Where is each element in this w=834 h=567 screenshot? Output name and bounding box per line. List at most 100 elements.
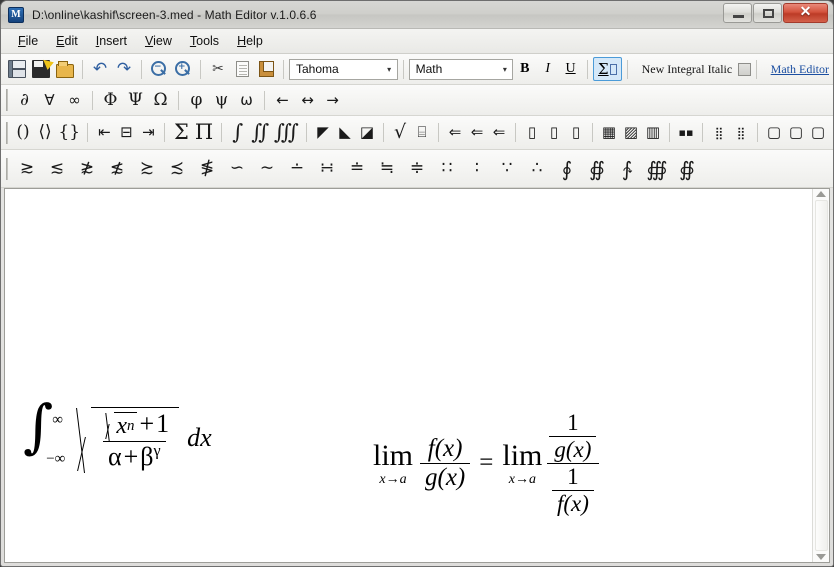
template-box-3-button[interactable]: ▯ bbox=[565, 120, 587, 146]
minimize-button[interactable] bbox=[723, 3, 752, 23]
template-labeled-arrow-3-button[interactable]: ⇐ bbox=[488, 120, 510, 146]
symbol-omega-lower-button[interactable]: ω bbox=[234, 88, 259, 112]
menu-tools[interactable]: Tools bbox=[181, 31, 228, 51]
template-matrix-2-button[interactable]: ▥ bbox=[642, 120, 664, 146]
formula-canvas[interactable]: ∫ ∞ −∞ x n +1 α+βγ dx lim x→a f(x) g(x) = lim x→a 1 g(x… bbox=[5, 189, 812, 562]
template-matrix-diag-button[interactable]: ▨ bbox=[620, 120, 642, 146]
italic-button[interactable]: I bbox=[536, 57, 559, 81]
toolbar-grip[interactable] bbox=[6, 121, 8, 144]
template-product-button[interactable]: Π bbox=[192, 120, 215, 146]
paste-button[interactable] bbox=[254, 57, 278, 81]
template-grid-column-button[interactable]: ⣿ bbox=[708, 120, 730, 146]
relation-button-3[interactable]: ≴ bbox=[102, 155, 132, 183]
insert-sigma-template-button[interactable]: Σ bbox=[593, 57, 622, 81]
template-accent-bar-button[interactable]: ⊟ bbox=[115, 120, 137, 146]
symbol-omega-upper-button[interactable]: Ω bbox=[148, 88, 173, 112]
symbol-psi-lower-button[interactable]: ψ bbox=[209, 88, 234, 112]
symbol-psi-upper-button[interactable]: Ψ bbox=[123, 88, 148, 112]
template-frame-3-button[interactable]: ▢ bbox=[807, 120, 829, 146]
bold-button[interactable]: B bbox=[513, 57, 536, 81]
relation-button-0[interactable]: ≳ bbox=[12, 155, 42, 183]
text-style-select[interactable]: Math ▾ bbox=[408, 58, 514, 80]
relation-button-2[interactable]: ≵ bbox=[72, 155, 102, 183]
template-accent-left-button[interactable]: ⇤ bbox=[93, 120, 115, 146]
open-button[interactable] bbox=[53, 57, 77, 81]
font-family-select[interactable]: Tahoma ▾ bbox=[289, 58, 398, 80]
symbol-right-arrow-button[interactable]: → bbox=[320, 88, 345, 112]
zoom-out-button[interactable]: − bbox=[147, 57, 171, 81]
relation-button-16[interactable]: ∵ bbox=[492, 155, 522, 183]
template-double-integral-button[interactable]: ∬ bbox=[249, 120, 272, 146]
scroll-up-arrow-icon[interactable] bbox=[816, 191, 826, 197]
template-subscript-button[interactable]: ◣ bbox=[334, 120, 356, 146]
menu-file[interactable]: FFileile bbox=[9, 31, 47, 51]
math-editor-link[interactable]: Math Editor bbox=[771, 62, 829, 77]
symbol-forall-button[interactable]: ∀ bbox=[37, 88, 62, 112]
template-frame-1-button[interactable]: ▢ bbox=[763, 120, 785, 146]
relation-button-18[interactable]: ∮ bbox=[552, 155, 582, 183]
save-as-button[interactable] bbox=[29, 57, 53, 81]
relation-button-14[interactable]: ∷ bbox=[432, 155, 462, 183]
relation-button-4[interactable]: ≿ bbox=[132, 155, 162, 183]
relation-button-12[interactable]: ≒ bbox=[372, 155, 402, 183]
template-parentheses-button[interactable]: () bbox=[12, 120, 34, 146]
relation-button-8[interactable]: ∼ bbox=[252, 155, 282, 183]
toolbar-grip[interactable] bbox=[6, 89, 8, 111]
symbol-infinity-button[interactable]: ∞ bbox=[62, 88, 87, 112]
menu-insert[interactable]: Insert bbox=[87, 31, 136, 51]
menu-view[interactable]: View bbox=[136, 31, 181, 51]
template-triple-integral-button[interactable]: ∭ bbox=[272, 120, 301, 146]
relation-button-1[interactable]: ≲ bbox=[42, 155, 72, 183]
vertical-scrollbar[interactable] bbox=[812, 189, 829, 562]
relation-button-22[interactable]: ∯ bbox=[672, 155, 702, 183]
relation-button-5[interactable]: ≾ bbox=[162, 155, 192, 183]
formula-integral-sqrt[interactable]: ∫ ∞ −∞ x n +1 α+βγ dx bbox=[23, 397, 212, 473]
template-subsup-button[interactable]: ◪ bbox=[356, 120, 378, 146]
symbol-partial-button[interactable]: ∂ bbox=[12, 88, 37, 112]
save-button[interactable] bbox=[5, 57, 29, 81]
template-matrix-1-button[interactable]: ▦ bbox=[598, 120, 620, 146]
underline-button[interactable]: U bbox=[559, 57, 582, 81]
template-superscript-button[interactable]: ◤ bbox=[312, 120, 334, 146]
new-integral-italic-checkbox[interactable] bbox=[738, 62, 751, 76]
relation-button-6[interactable]: ≸ bbox=[192, 155, 222, 183]
template-sum-button[interactable]: Σ bbox=[170, 120, 192, 146]
menu-edit[interactable]: Edit bbox=[47, 31, 87, 51]
template-labeled-arrow-2-button[interactable]: ⇐ bbox=[466, 120, 488, 146]
symbol-left-arrow-button[interactable]: ← bbox=[270, 88, 295, 112]
relation-button-13[interactable]: ≑ bbox=[402, 155, 432, 183]
template-frame-2-button[interactable]: ▢ bbox=[785, 120, 807, 146]
formula-limit-reciprocal[interactable]: lim x→a f(x) g(x) = lim x→a 1 g(x) 1 f(x) bbox=[373, 410, 601, 517]
menu-help[interactable]: Help bbox=[228, 31, 272, 51]
relation-button-11[interactable]: ≐ bbox=[342, 155, 372, 183]
scrollbar-thumb[interactable] bbox=[814, 200, 828, 551]
template-angle-brackets-button[interactable]: ⟨⟩ bbox=[34, 120, 56, 146]
relation-button-20[interactable]: ∱ bbox=[612, 155, 642, 183]
zoom-in-button[interactable]: + bbox=[171, 57, 195, 81]
template-grid-2x2-button[interactable]: ⣿ bbox=[730, 120, 752, 146]
template-labeled-arrow-1-button[interactable]: ⇐ bbox=[444, 120, 466, 146]
copy-button[interactable] bbox=[230, 57, 254, 81]
template-fraction-button[interactable]: ⌸ bbox=[411, 120, 433, 146]
relation-button-9[interactable]: ∸ bbox=[282, 155, 312, 183]
scroll-down-arrow-icon[interactable] bbox=[816, 554, 826, 560]
template-dots-button[interactable]: ▪▪ bbox=[675, 120, 697, 146]
template-radical-button[interactable]: √ bbox=[389, 120, 411, 146]
symbol-phi-upper-button[interactable]: Φ bbox=[98, 88, 123, 112]
cut-button[interactable]: ✂ bbox=[206, 57, 230, 81]
relation-button-17[interactable]: ∴ bbox=[522, 155, 552, 183]
close-button[interactable]: ✕ bbox=[783, 3, 828, 23]
relation-button-10[interactable]: ∺ bbox=[312, 155, 342, 183]
template-accent-right-button[interactable]: ⇥ bbox=[137, 120, 159, 146]
undo-button[interactable]: ↶ bbox=[88, 57, 112, 81]
symbol-phi-lower-button[interactable]: φ bbox=[184, 88, 209, 112]
relation-button-19[interactable]: ∯ bbox=[582, 155, 612, 183]
relation-button-15[interactable]: ∶ bbox=[462, 155, 492, 183]
template-box-2-button[interactable]: ▯ bbox=[543, 120, 565, 146]
template-integral-button[interactable]: ∫ bbox=[227, 120, 249, 146]
relation-button-21[interactable]: ∰ bbox=[642, 155, 672, 183]
maximize-button[interactable] bbox=[753, 3, 782, 23]
symbol-left-right-arrow-button[interactable]: ↔ bbox=[295, 88, 320, 112]
template-braces-button[interactable]: {} bbox=[56, 120, 82, 146]
relation-button-7[interactable]: ∽ bbox=[222, 155, 252, 183]
